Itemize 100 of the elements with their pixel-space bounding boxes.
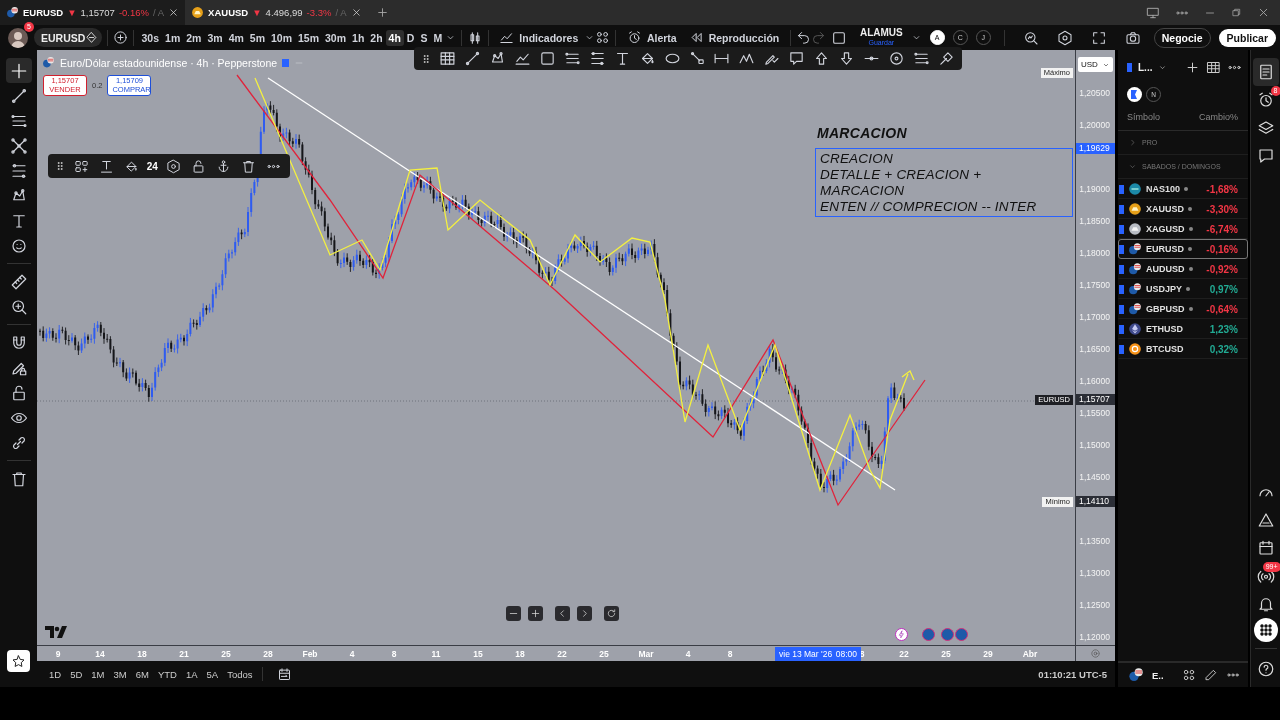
tab-suffix: / A: [153, 7, 165, 18]
date-label: 25: [220, 648, 232, 659]
date-label: 4: [684, 648, 692, 659]
interval-tab[interactable]: D: [403, 29, 418, 46]
price-tag: 1,19629: [1076, 143, 1115, 155]
symbol-text: EURUSD: [1146, 244, 1184, 254]
interval-tab[interactable]: M: [430, 29, 446, 46]
interval-tab[interactable]: 10m: [268, 29, 295, 46]
layout-name[interactable]: ALAMUS: [859, 27, 903, 38]
range-button[interactable]: 5A: [206, 668, 219, 680]
change-text: 1,23%: [1209, 323, 1238, 335]
range-button[interactable]: 5D: [70, 668, 83, 680]
price-label: 1,12500: [1079, 599, 1110, 611]
watchlist-row[interactable]: AUDUSD -0,92%: [1118, 259, 1248, 279]
interval-tab[interactable]: 5m: [246, 29, 268, 46]
symbol-text: GBPUSD: [1146, 304, 1185, 314]
interval-tab[interactable]: 1h: [349, 29, 368, 46]
interval-tab[interactable]: 30s: [138, 29, 163, 46]
tab-change: -0.16%: [118, 7, 149, 18]
chart-title: Euro/Dólar estadounidense · 4h · Pepperstone: [60, 56, 278, 69]
currency-dropdown[interactable]: USD: [1078, 57, 1113, 72]
text-box[interactable]: CREACION DETALLE + CREACION + MARCACION ENTEN // COMPRECION -- INTER: [815, 148, 1073, 217]
price-label: 1,13500: [1079, 535, 1110, 547]
change-text: -0,64%: [1206, 303, 1238, 315]
down-arrow: ▼: [67, 7, 77, 18]
range-button[interactable]: 1A: [185, 668, 198, 680]
price-label: 1,20000: [1079, 119, 1110, 131]
date-label: 25: [940, 648, 952, 659]
font-size-button[interactable]: 24: [146, 160, 158, 172]
date-label: 11: [430, 648, 442, 659]
date-label: 15: [472, 648, 484, 659]
tab-price: 4.496,99: [265, 7, 303, 18]
replay-button[interactable]: Reproducción: [682, 30, 786, 45]
date-label: 9: [54, 648, 62, 659]
symbol-text: AUDUSD: [1146, 264, 1185, 274]
symbol-text: USDJPY: [1146, 284, 1182, 294]
date-label: 18: [136, 648, 148, 659]
clock-text: 01:10:21 UTC-5: [1038, 668, 1107, 680]
range-button[interactable]: 3M: [113, 668, 127, 680]
watchlist-name[interactable]: L...: [1138, 61, 1153, 73]
column-header[interactable]: Símbolo: [1127, 112, 1161, 122]
date-label: 21: [178, 648, 190, 659]
alert-button[interactable]: Alerta: [620, 30, 683, 45]
price-label: 1,17500: [1079, 279, 1110, 291]
down-arrow: ▼: [252, 7, 262, 18]
watchlist-row[interactable]: GBPUSD -0,64%: [1118, 299, 1248, 319]
symbol-search-field[interactable]: EURUSD: [34, 28, 103, 47]
interval-tab[interactable]: 2m: [183, 29, 205, 46]
range-button[interactable]: 1M: [91, 668, 105, 680]
date-label: 18: [514, 648, 526, 659]
price-label: 1,15000: [1079, 439, 1110, 451]
interval-tab[interactable]: 3m: [204, 29, 226, 46]
symbol-text: XAGUSD: [1146, 224, 1185, 234]
interval-tab[interactable]: 30m: [322, 29, 350, 46]
range-button[interactable]: 1D: [49, 668, 62, 680]
watchlist-row[interactable]: USDJPY 0,97%: [1118, 279, 1248, 299]
tab-symbol: XAUUSD: [208, 7, 249, 18]
watchlist-row[interactable]: ETHUSD 1,23%: [1118, 319, 1248, 339]
interval-tab[interactable]: S: [417, 29, 431, 46]
date-label: Mar: [637, 648, 655, 659]
watchlist-row[interactable]: XAUUSD -3,30%: [1118, 199, 1248, 219]
price-label: 1,12000: [1079, 631, 1110, 643]
indicators-button[interactable]: Indicadores: [493, 30, 585, 45]
interval-tab[interactable]: 1m: [162, 29, 184, 46]
date-label: 25: [598, 648, 610, 659]
range-button[interactable]: YTD: [157, 668, 177, 680]
interval-tab[interactable]: 2h: [367, 29, 386, 46]
annotation-line: DETALLE + CREACION +: [820, 167, 983, 183]
price-label: 1,16000: [1079, 375, 1110, 387]
text-annotation[interactable]: MARCACION: [817, 125, 907, 141]
range-button[interactable]: Todos: [227, 668, 253, 680]
symbol-text: NAS100: [1146, 184, 1181, 194]
symbol-text: ETHUSD: [1146, 324, 1183, 334]
browser-tab[interactable]: EURUSD ▼ 1,15707 -0.16% / A: [0, 0, 186, 25]
date-label: 4: [348, 648, 356, 659]
annotation-line: MARCACION: [820, 183, 906, 199]
price-label: 1,18000: [1079, 247, 1110, 259]
watchlist-row[interactable]: XAGUSD -6,74%: [1118, 219, 1248, 239]
tab-change: -3.3%: [306, 7, 332, 18]
date-label: 29: [982, 648, 994, 659]
annotation-line: ENTEN // COMPRECION -- INTER: [820, 199, 1038, 215]
price-label: 1,18500: [1079, 215, 1110, 227]
interval-tab[interactable]: 4h: [385, 29, 404, 46]
price-label: 1,13000: [1079, 567, 1110, 579]
range-button[interactable]: 6M: [135, 668, 149, 680]
price-label: 1,16500: [1079, 343, 1110, 355]
date-label: 8: [390, 648, 398, 659]
symbol-text[interactable]: E..: [1152, 669, 1164, 681]
tab-symbol: EURUSD: [23, 7, 64, 18]
watchlist-row[interactable]: BTCUSD 0,32%: [1118, 339, 1248, 359]
publish-button[interactable]: Publicar: [1218, 28, 1276, 47]
watchlist-row[interactable]: EURUSD -0,16%: [1118, 239, 1248, 259]
watchlist-row[interactable]: NAS100 -1,68%: [1118, 179, 1248, 199]
date-label: 22: [556, 648, 568, 659]
date-label: 22: [898, 648, 910, 659]
interval-tab[interactable]: 4m: [225, 29, 247, 46]
price-tag: 1,15707: [1076, 394, 1115, 406]
change-text: 0,97%: [1209, 283, 1238, 295]
column-header[interactable]: Cambio%: [1199, 112, 1238, 122]
interval-tab[interactable]: 15m: [295, 29, 323, 46]
